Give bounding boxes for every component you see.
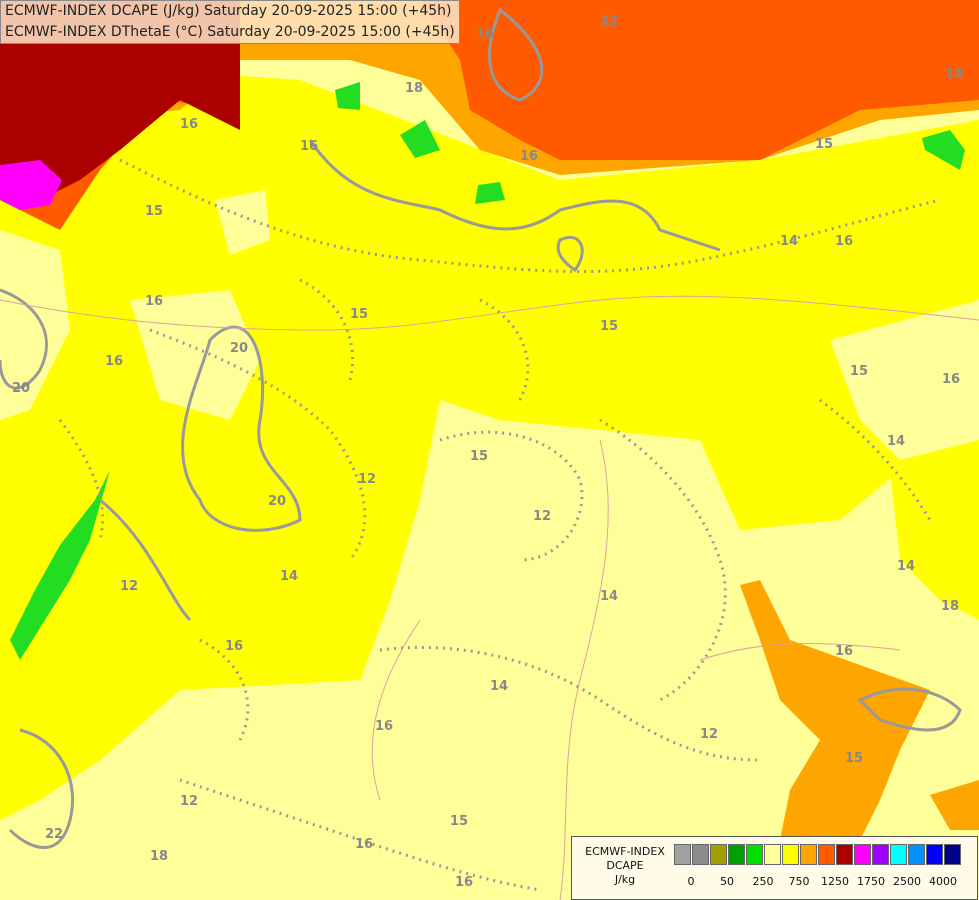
legend-swatch	[890, 844, 907, 865]
contour-label: 14	[280, 569, 298, 584]
contour-label: 14	[600, 589, 618, 604]
legend-swatches	[674, 844, 962, 865]
contour-label: 16	[476, 27, 494, 42]
contour-label: 14	[780, 234, 798, 249]
legend-ticks: 0 50 250 750 1250 1750 2500 4000	[674, 875, 974, 889]
contour-label: 12	[120, 579, 138, 594]
contour-label: 18	[405, 81, 423, 96]
contour-label: 15	[600, 319, 618, 334]
contour-label: 15	[350, 307, 368, 322]
contour-label: 20	[230, 341, 248, 356]
contour-label: 16	[835, 644, 853, 659]
contour-label: 18	[941, 599, 959, 614]
contour-label: 15	[815, 137, 833, 152]
legend-tick: 0	[687, 875, 695, 888]
legend-swatch	[800, 844, 817, 865]
contour-label: 12	[358, 472, 376, 487]
contour-label: 14	[945, 67, 963, 82]
contour-label: 16	[355, 837, 373, 852]
legend-tick: 250	[752, 875, 774, 888]
legend-swatch	[674, 844, 691, 865]
contour-label: 22	[45, 827, 63, 842]
legend-swatch	[926, 844, 943, 865]
contour-label: 14	[897, 559, 915, 574]
map-title: ECMWF-INDEX DCAPE (J/kg) Saturday 20-09-…	[0, 0, 460, 44]
dcape-map: 18 16 16 22 16 14 15 16 15 16 20 15 16 2…	[0, 0, 979, 900]
contour-label: 14	[887, 434, 905, 449]
legend-swatch	[908, 844, 925, 865]
legend-title: ECMWF-INDEX DCAPE J/kg	[576, 845, 674, 887]
legend-title-line1: ECMWF-INDEX	[585, 845, 665, 858]
contour-label: 15	[850, 364, 868, 379]
contour-label: 20	[268, 494, 286, 509]
contour-label: 16	[180, 117, 198, 132]
contour-label: 12	[533, 509, 551, 524]
contour-label: 15	[450, 814, 468, 829]
title-line-dcape: ECMWF-INDEX DCAPE (J/kg) Saturday 20-09-…	[5, 3, 452, 19]
color-legend: ECMWF-INDEX DCAPE J/kg 0 50 250 750 1250…	[571, 836, 978, 900]
contour-label: 16	[942, 372, 960, 387]
legend-swatch	[764, 844, 781, 865]
legend-tick: 1250	[821, 875, 849, 888]
contour-label: 16	[835, 234, 853, 249]
legend-swatch	[836, 844, 853, 865]
legend-swatch	[746, 844, 763, 865]
contour-label: 16	[520, 149, 538, 164]
legend-tick: 50	[720, 875, 734, 888]
contour-label: 15	[470, 449, 488, 464]
contour-label: 18	[150, 849, 168, 864]
legend-swatch	[782, 844, 799, 865]
legend-swatch	[872, 844, 889, 865]
title-line-dthetae: ECMWF-INDEX DThetaE (°C) Saturday 20-09-…	[5, 24, 455, 40]
contour-label: 16	[375, 719, 393, 734]
legend-swatch	[692, 844, 709, 865]
contour-label: 20	[12, 381, 30, 396]
legend-title-line3: J/kg	[614, 873, 636, 886]
contour-label: 16	[455, 875, 473, 890]
legend-tick: 750	[788, 875, 810, 888]
contour-label: 22	[600, 14, 618, 29]
legend-tick: 2500	[893, 875, 921, 888]
contour-label: 16	[225, 639, 243, 654]
legend-tick: 4000	[929, 875, 957, 888]
contour-label: 12	[180, 794, 198, 809]
contour-label: 16	[105, 354, 123, 369]
contour-label: 16	[300, 139, 318, 154]
contour-label: 12	[700, 727, 718, 742]
contour-label: 14	[490, 679, 508, 694]
contour-label: 15	[145, 204, 163, 219]
contour-label: 15	[845, 751, 863, 766]
legend-swatch	[728, 844, 745, 865]
legend-swatch	[854, 844, 871, 865]
legend-swatch	[818, 844, 835, 865]
legend-title-line2: DCAPE	[606, 859, 644, 872]
legend-tick: 1750	[857, 875, 885, 888]
legend-swatch	[710, 844, 727, 865]
legend-swatch	[944, 844, 961, 865]
contour-label: 16	[145, 294, 163, 309]
